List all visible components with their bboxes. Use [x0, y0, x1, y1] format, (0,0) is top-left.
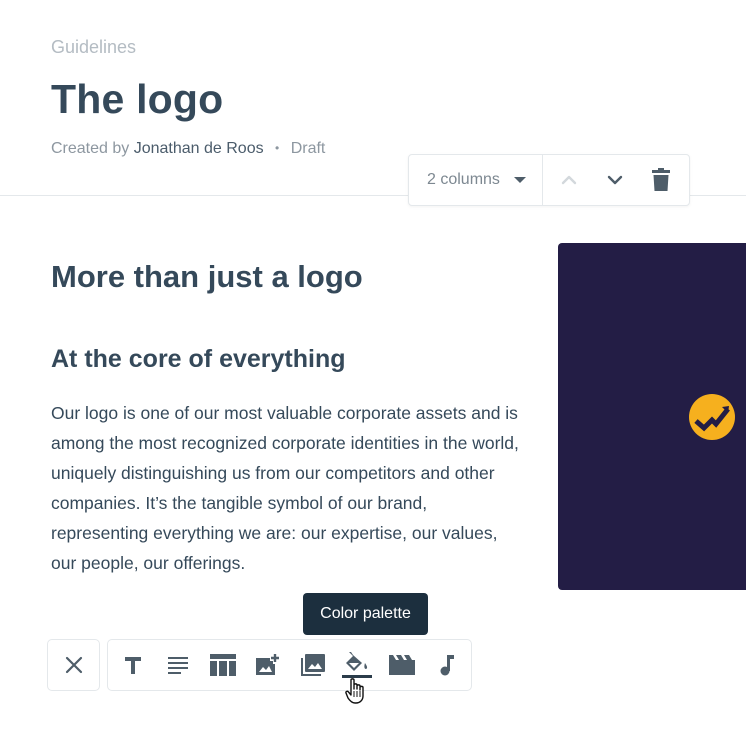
columns-select-value: 2 columns	[427, 171, 500, 188]
move-down-button[interactable]	[592, 155, 638, 205]
insert-audio-button[interactable]	[425, 640, 470, 690]
video-icon	[389, 655, 416, 675]
author-name[interactable]: Jonathan de Roos	[134, 140, 264, 157]
body-paragraph: Our logo is one of our most valuable cor…	[51, 403, 519, 573]
insert-paragraph-button[interactable]	[156, 640, 201, 690]
logo-mark-icon	[689, 394, 735, 440]
page-meta: Created by Jonathan de Roos • Draft	[51, 140, 325, 158]
move-up-button[interactable]	[546, 155, 592, 205]
block-toolbar: 2 columns	[408, 154, 690, 206]
insert-gallery-button[interactable]	[290, 640, 335, 690]
page-title: The logo	[51, 76, 224, 122]
tooltip: Color palette	[303, 593, 428, 635]
close-button[interactable]	[47, 639, 100, 691]
gallery-icon	[300, 654, 325, 676]
insert-video-button[interactable]	[380, 640, 425, 690]
meta-separator: •	[275, 141, 280, 155]
logo-image-panel[interactable]	[558, 243, 746, 590]
music-note-icon	[440, 655, 454, 676]
breadcrumb[interactable]: Guidelines	[51, 37, 136, 58]
chevron-up-icon	[561, 175, 577, 185]
text-icon	[125, 657, 142, 674]
paint-bucket-icon	[346, 652, 368, 671]
insert-table-button[interactable]	[201, 640, 246, 690]
created-by-label: Created by	[51, 140, 130, 157]
chevron-down-icon	[607, 175, 623, 185]
sub-heading: At the core of everything	[51, 345, 346, 373]
insert-text-button[interactable]	[111, 640, 156, 690]
columns-select[interactable]: 2 columns	[409, 155, 543, 205]
status-label: Draft	[290, 140, 326, 157]
add-image-icon	[255, 654, 279, 675]
paragraph-icon	[168, 657, 189, 674]
hand-cursor-icon	[345, 678, 364, 704]
table-icon	[209, 654, 236, 676]
close-icon	[65, 656, 82, 674]
insert-toolbar	[107, 639, 472, 691]
caret-down-icon	[513, 177, 526, 183]
section-heading: More than just a logo	[51, 259, 363, 294]
delete-block-button[interactable]	[638, 155, 684, 205]
trash-icon	[651, 168, 670, 191]
insert-image-button[interactable]	[245, 640, 290, 690]
